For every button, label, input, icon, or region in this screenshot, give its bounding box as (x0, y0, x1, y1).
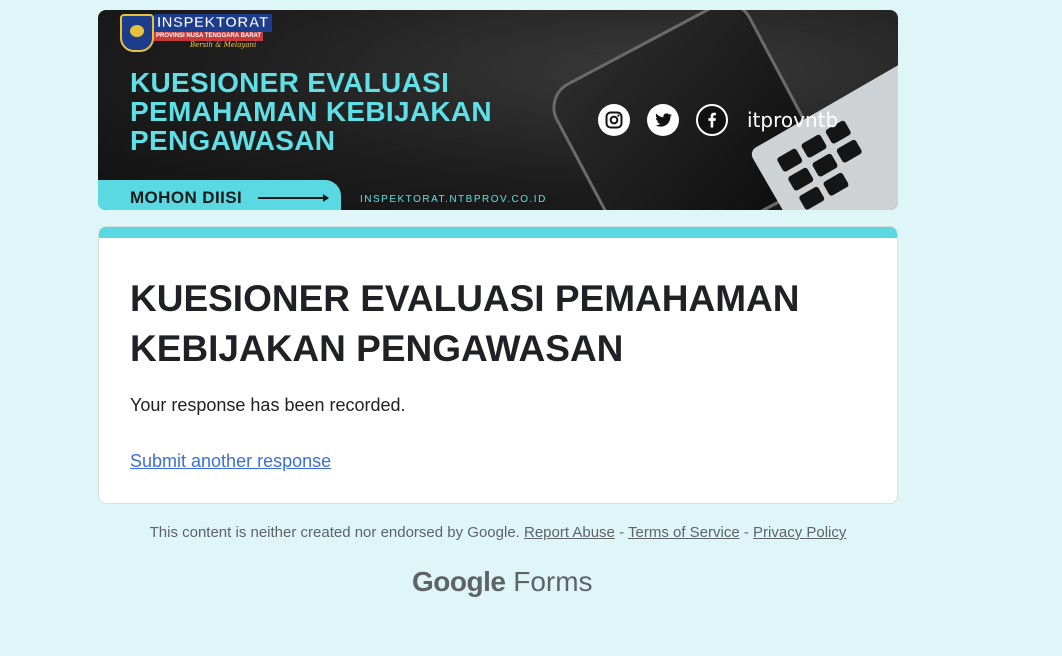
banner-heading-line: PEMAHAMAN KEBIJAKAN (130, 96, 492, 127)
banner-heading: KUESIONER EVALUASI PEMAHAMAN KEBIJAKAN P… (130, 68, 550, 155)
card-accent-bar (99, 227, 897, 238)
confirmation-card: KUESIONER EVALUASI PEMAHAMAN KEBIJAKAN P… (98, 226, 898, 504)
submit-another-response-link[interactable]: Submit another response (130, 451, 331, 472)
footer: This content is neither created nor endo… (0, 524, 996, 541)
logo-subtitle: PROVINSI NUSA TENGGARA BARAT (154, 32, 264, 41)
form-header-banner: INSPEKTORAT PROVINSI NUSA TENGGARA BARAT… (98, 10, 898, 210)
instagram-icon (598, 104, 630, 136)
google-forms-logo[interactable]: Google Forms (412, 566, 593, 598)
confirmation-message: Your response has been recorded. (130, 395, 406, 415)
forms-wordmark: Forms (513, 566, 593, 597)
twitter-icon (647, 104, 679, 136)
arrow-right-icon (258, 194, 329, 202)
social-links: itprovntb (598, 104, 838, 136)
footer-separator: - (743, 524, 749, 541)
report-abuse-link[interactable]: Report Abuse (524, 524, 615, 541)
logo-title: INSPEKTORAT (154, 14, 272, 32)
google-wordmark: Google (412, 566, 506, 597)
emblem-icon (120, 14, 154, 52)
terms-of-service-link[interactable]: Terms of Service (628, 524, 740, 541)
footer-disclaimer: This content is neither created nor endo… (149, 524, 520, 541)
logo-tagline: Bersih & Melayani (190, 41, 257, 49)
banner-url: INSPEKTORAT.NTBPROV.CO.ID (360, 194, 547, 205)
banner-heading-line: PENGAWASAN (130, 125, 336, 156)
social-handle: itprovntb (747, 108, 839, 132)
banner-heading-line: KUESIONER EVALUASI (130, 67, 450, 98)
banner-cta: MOHON DIISI (130, 188, 243, 207)
footer-separator: - (619, 524, 625, 541)
privacy-policy-link[interactable]: Privacy Policy (753, 524, 846, 541)
facebook-icon (696, 104, 728, 136)
inspektorat-logo: INSPEKTORAT PROVINSI NUSA TENGGARA BARAT… (120, 14, 280, 52)
form-title: KUESIONER EVALUASI PEMAHAMAN KEBIJAKAN P… (130, 278, 800, 369)
